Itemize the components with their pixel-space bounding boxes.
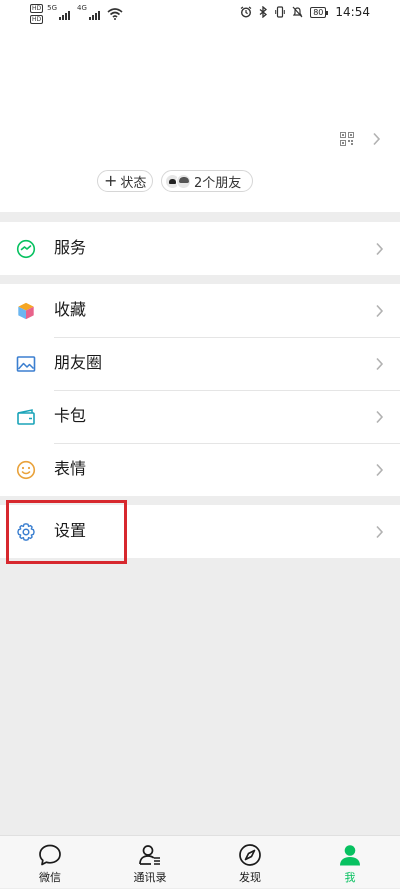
menu-item-label: 表情 (54, 459, 87, 478)
features-section: 收藏 朋友圈 卡包 表情 (0, 284, 400, 496)
hd-badge: HD (30, 4, 44, 13)
bluetooth-icon (259, 6, 268, 18)
friends-chip[interactable]: 2个朋友 (161, 170, 253, 192)
menu-item-label: 服务 (54, 238, 87, 257)
mute-bell-icon (292, 6, 303, 18)
signal-icon (59, 10, 71, 20)
status-bar-right: 80 14:54 (240, 5, 370, 19)
menu-item-label: 朋友圈 (54, 353, 103, 372)
favorites-cube-icon (17, 302, 35, 320)
contacts-icon (139, 845, 160, 865)
tab-chats[interactable]: 微信 (0, 836, 100, 889)
wifi-icon (107, 8, 123, 20)
menu-item-moments[interactable]: 朋友圈 (0, 337, 400, 390)
chevron-right-icon[interactable] (372, 132, 381, 146)
menu-item-stickers[interactable]: 表情 (0, 443, 400, 496)
status-time: 14:54 (335, 5, 370, 19)
menu-item-label: 收藏 (54, 300, 87, 319)
tab-me[interactable]: 我 (300, 836, 400, 889)
network-type-label: 4G (77, 4, 87, 12)
card-wallet-icon (17, 409, 35, 425)
hd-badge: HD (30, 15, 44, 24)
network-type-label: 5G (47, 4, 58, 12)
tab-label: 我 (344, 871, 356, 884)
plus-icon: + (104, 171, 118, 190)
chevron-right-icon (376, 410, 384, 424)
chevron-right-icon (376, 463, 384, 477)
person-icon (340, 845, 360, 866)
hd-indicators: HD HD (30, 4, 44, 24)
bottom-tab-bar: 微信 通讯录 发现 我 (0, 835, 400, 888)
profile-header[interactable]: + 状态 2个朋友 (0, 28, 400, 212)
tab-label: 微信 (39, 871, 61, 884)
menu-item-cards[interactable]: 卡包 (0, 390, 400, 443)
tab-discover[interactable]: 发现 (200, 836, 300, 889)
avatar (176, 173, 191, 189)
menu-item-label: 卡包 (54, 406, 87, 425)
services-section: 服务 (0, 222, 400, 275)
status-chip[interactable]: + 状态 (97, 170, 153, 192)
chat-bubble-icon (39, 844, 61, 866)
status-bar-left: HD HD 5G 4G (30, 4, 123, 24)
chevron-right-icon (376, 304, 384, 318)
menu-item-favorites[interactable]: 收藏 (0, 284, 400, 337)
tab-label: 通讯录 (133, 871, 167, 884)
menu-item-settings[interactable]: 设置 (0, 505, 400, 558)
friend-avatars (165, 173, 191, 189)
chevron-right-icon (376, 242, 384, 256)
tab-label: 发现 (239, 871, 261, 884)
status-bar: HD HD 5G 4G 80 14:54 (0, 0, 400, 28)
compass-icon (239, 844, 261, 866)
gear-icon (17, 523, 35, 541)
battery-indicator: 80 (310, 6, 329, 18)
friends-chip-label: 2个朋友 (194, 175, 242, 191)
chevron-right-icon (376, 525, 384, 539)
signal-icon (88, 10, 100, 20)
settings-section: 设置 (0, 505, 400, 558)
menu-item-services[interactable]: 服务 (0, 222, 400, 275)
status-chip-label: 状态 (120, 175, 147, 191)
services-icon (16, 239, 36, 259)
vibrate-icon (275, 6, 286, 18)
chevron-right-icon (376, 357, 384, 371)
menu-item-label: 设置 (54, 521, 87, 540)
alarm-icon (240, 6, 252, 18)
moments-image-icon (16, 356, 36, 372)
qr-code-icon[interactable] (340, 132, 354, 146)
tab-contacts[interactable]: 通讯录 (100, 836, 200, 889)
smiley-icon (16, 460, 36, 480)
